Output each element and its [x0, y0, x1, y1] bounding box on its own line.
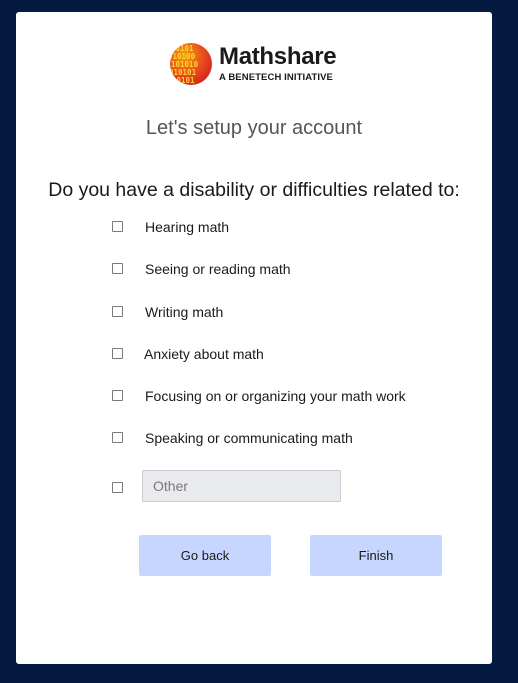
- other-checkbox[interactable]: [112, 482, 123, 493]
- mathshare-logo: 10101 010100 101010 010101 10101 Mathsha…: [170, 43, 342, 87]
- option-label[interactable]: Hearing math: [145, 218, 229, 236]
- go-back-button[interactable]: Go back: [139, 535, 271, 576]
- option-label[interactable]: Anxiety about math: [144, 345, 264, 363]
- writing-math-checkbox[interactable]: [112, 306, 123, 317]
- binary-digits-circle-icon: 10101 010100 101010 010101 10101: [170, 43, 212, 85]
- page-title: Let's setup your account: [145, 117, 363, 139]
- speaking-communicating-checkbox[interactable]: [112, 432, 123, 443]
- option-label[interactable]: Writing math: [145, 303, 223, 321]
- option-label[interactable]: Seeing or reading math: [145, 260, 291, 278]
- disability-question: Do you have a disability or difficulties…: [48, 179, 460, 201]
- seeing-reading-math-checkbox[interactable]: [112, 263, 123, 274]
- focusing-organizing-checkbox[interactable]: [112, 390, 123, 401]
- brand-tagline: A BENETECH INITIATIVE: [219, 72, 333, 83]
- svg-text:10101: 10101: [172, 76, 195, 85]
- finish-button[interactable]: Finish: [310, 535, 442, 576]
- hearing-math-checkbox[interactable]: [112, 221, 123, 232]
- option-label[interactable]: Speaking or communicating math: [145, 429, 353, 447]
- brand-name: Mathshare: [219, 43, 337, 70]
- option-label[interactable]: Focusing on or organizing your math work: [145, 387, 406, 405]
- setup-card: 10101 010100 101010 010101 10101 Mathsha…: [16, 12, 492, 664]
- anxiety-math-checkbox[interactable]: [112, 348, 123, 359]
- other-text-input[interactable]: [142, 470, 341, 502]
